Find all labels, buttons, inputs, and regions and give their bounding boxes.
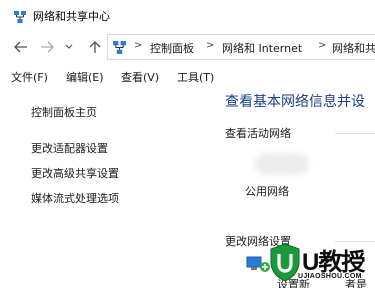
menu-file[interactable]: 文件(F) [11, 69, 48, 85]
network-sharing-center-window: 网络和共享中心 > 控制面板 > 网络和 Internet > 网络和共 文件(… [0, 0, 375, 288]
left-task-pane: 控制面板主页 更改适配器设置 更改高级共享设置 媒体流式处理选项 [0, 90, 215, 288]
menu-tools[interactable]: 工具(T) [177, 69, 214, 85]
watermark-url: UJIAOSHOU.COM [298, 273, 362, 280]
network-name-redacted [255, 153, 309, 175]
back-button[interactable] [12, 37, 30, 57]
control-panel-home-link[interactable]: 控制面板主页 [31, 104, 97, 120]
window-title: 网络和共享中心 [33, 10, 110, 23]
breadcrumb-separator-icon[interactable]: > [206, 40, 214, 51]
up-button[interactable] [86, 37, 104, 57]
breadcrumb-network-sharing[interactable]: 网络和共 [332, 40, 375, 56]
breadcrumb-network-internet[interactable]: 网络和 Internet [222, 40, 302, 56]
media-streaming-options-link[interactable]: 媒体流式处理选项 [31, 190, 119, 206]
forward-button[interactable] [38, 37, 56, 57]
page-title: 查看基本网络信息并设 [225, 94, 365, 110]
menu-bar: 文件(F) 编辑(E) 查看(V) 工具(T) [0, 64, 375, 88]
shield-logo-icon [268, 242, 302, 282]
breadcrumb-separator-icon[interactable]: > [318, 40, 326, 51]
breadcrumb-separator-icon[interactable]: > [134, 40, 142, 51]
active-networks-heading: 查看活动网络 [225, 127, 291, 140]
recent-locations-button[interactable] [63, 37, 75, 57]
menu-view[interactable]: 查看(V) [121, 69, 159, 85]
menu-edit[interactable]: 编辑(E) [66, 69, 104, 85]
network-icon [13, 9, 27, 23]
change-adapter-settings-link[interactable]: 更改适配器设置 [31, 140, 108, 156]
title-bar: 网络和共享中心 [0, 0, 375, 32]
control-panel-icon [112, 40, 127, 55]
address-bar[interactable]: > 控制面板 > 网络和 Internet > 网络和共 [107, 34, 375, 60]
watermark-text: U教授 [302, 249, 365, 276]
chevron-down-icon [65, 44, 73, 49]
section-divider [335, 133, 375, 134]
up-arrow-icon [89, 41, 101, 53]
network-type-label: 公用网络 [245, 185, 289, 198]
forward-arrow-icon [41, 41, 54, 53]
breadcrumb-control-panel[interactable]: 控制面板 [150, 40, 194, 56]
back-arrow-icon [14, 41, 27, 53]
change-advanced-sharing-link[interactable]: 更改高级共享设置 [31, 165, 119, 181]
navigation-bar: > 控制面板 > 网络和 Internet > 网络和共 [0, 33, 375, 61]
watermark-logo: U教授 UJIAOSHOU.COM [268, 242, 375, 288]
